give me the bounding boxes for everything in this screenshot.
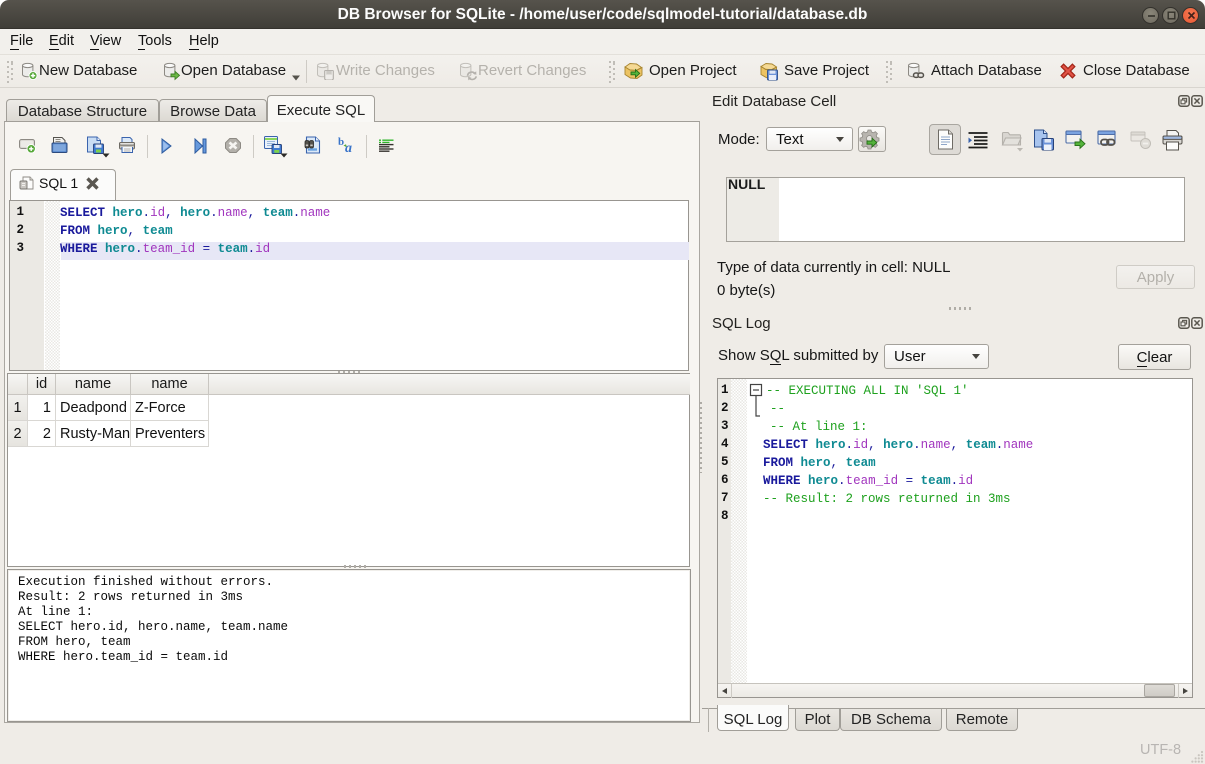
- svg-text:b: b: [338, 136, 344, 148]
- svg-text:a: a: [345, 141, 352, 153]
